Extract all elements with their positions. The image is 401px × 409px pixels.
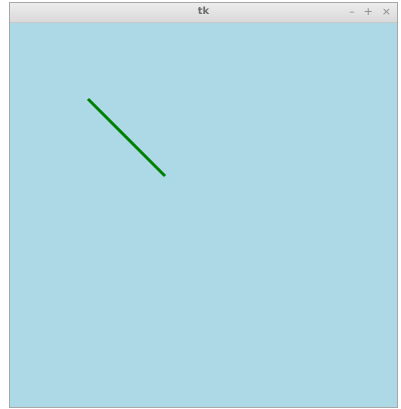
tk-window: tk – + × (9, 2, 398, 408)
drawing-canvas[interactable] (10, 23, 397, 407)
maximize-button[interactable]: + (364, 5, 373, 19)
window-title: tk (197, 6, 210, 17)
canvas-svg (86, 97, 167, 178)
green-line (86, 97, 167, 178)
close-button[interactable]: × (382, 5, 391, 19)
window-titlebar[interactable]: tk – + × (10, 3, 397, 23)
minimize-button[interactable]: – (349, 5, 355, 19)
window-controls: – + × (349, 5, 391, 19)
